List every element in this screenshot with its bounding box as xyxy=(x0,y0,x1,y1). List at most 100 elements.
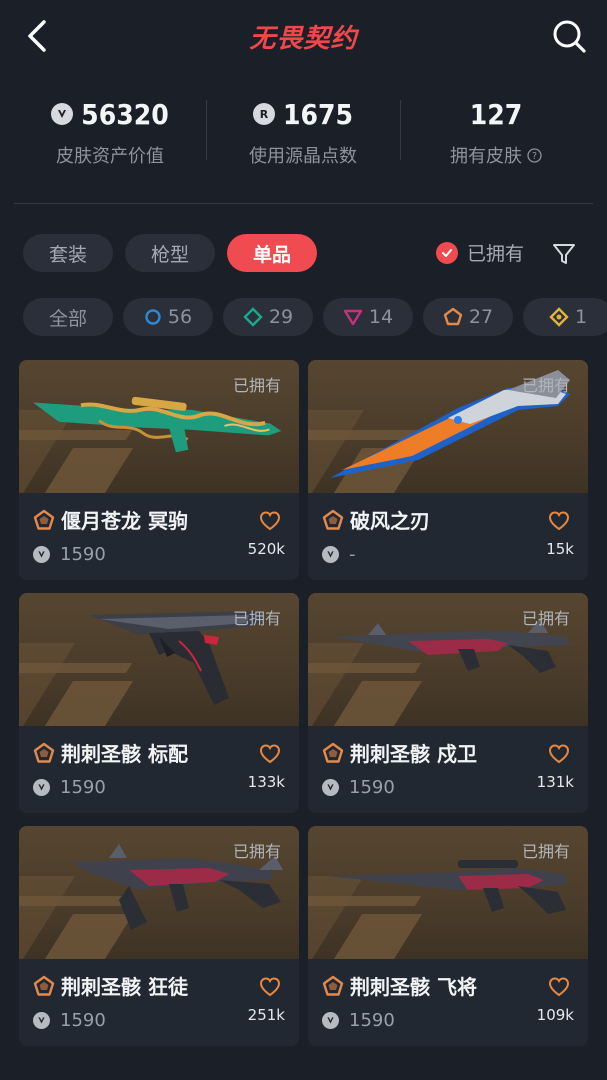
stat-skin-value: 56320 皮肤资产价值 xyxy=(15,86,205,168)
skin-card[interactable]: 已拥有荆刺圣骸 标配 1590 133k xyxy=(19,593,299,813)
stats-panel: 56320 皮肤资产价值 R 1675 使用源晶点数 127 拥有皮肤 ? xyxy=(0,86,607,182)
heart-icon[interactable] xyxy=(548,976,570,998)
skin-card[interactable]: 已拥有荆刺圣骸 戍卫 1590 131k xyxy=(308,593,588,813)
filter-icon[interactable] xyxy=(550,240,578,268)
vp-coin-icon xyxy=(322,779,339,796)
stat-owned-skins: 127 拥有皮肤 ? xyxy=(401,86,591,168)
svg-text:?: ? xyxy=(532,151,537,162)
tier-chip-label: 56 xyxy=(167,306,193,328)
skin-name: 荆刺圣骸 标配 xyxy=(61,742,188,766)
skin-name: 破风之刃 xyxy=(350,509,430,533)
tier-chip-deluxe[interactable]: 29 xyxy=(223,298,313,336)
like-count: 131k xyxy=(536,773,574,791)
heart-icon[interactable] xyxy=(548,743,570,765)
tab-weapon-type[interactable]: 枪型 xyxy=(125,234,215,272)
skin-name: 荆刺圣骸 狂徒 xyxy=(61,975,188,999)
tier-select-icon xyxy=(145,309,161,325)
tier-filter-row: 全部 56 29 14 27 1 xyxy=(0,298,607,338)
radianite-icon: R xyxy=(252,103,275,125)
owned-tag: 已拥有 xyxy=(521,376,570,395)
tier-chip-exclusive[interactable]: 27 xyxy=(423,298,513,336)
owned-tag: 已拥有 xyxy=(232,376,281,395)
skin-image: 已拥有 xyxy=(308,826,588,959)
skin-price: 1590 xyxy=(60,777,106,798)
skin-name: 荆刺圣骸 飞将 xyxy=(350,975,477,999)
help-icon[interactable]: ? xyxy=(527,147,542,163)
skin-image: 已拥有 xyxy=(19,593,299,726)
tier-chip-ultra[interactable]: 1 xyxy=(523,298,607,336)
tier-chip-premium[interactable]: 14 xyxy=(323,298,413,336)
heart-icon[interactable] xyxy=(259,743,281,765)
divider xyxy=(206,100,207,160)
stat-value: 127 xyxy=(469,97,523,131)
tier-exclusive-icon xyxy=(322,975,344,996)
search-icon[interactable] xyxy=(549,16,589,56)
svg-text:R: R xyxy=(260,108,269,121)
vp-coin-icon xyxy=(322,546,339,563)
category-tabs: 套装 枪型 单品 已拥有 xyxy=(0,234,607,274)
owned-tag: 已拥有 xyxy=(232,842,281,861)
heart-icon[interactable] xyxy=(259,976,281,998)
tier-exclusive-icon xyxy=(33,509,55,530)
skin-image: 已拥有 xyxy=(19,360,299,493)
tier-ultra-icon xyxy=(549,307,569,327)
tier-exclusive-icon xyxy=(33,975,55,996)
heart-icon[interactable] xyxy=(548,510,570,532)
owned-tag: 已拥有 xyxy=(232,609,281,628)
skin-card[interactable]: 已拥有荆刺圣骸 狂徒 1590 251k xyxy=(19,826,299,1046)
tier-chip-select[interactable]: 56 xyxy=(123,298,213,336)
skin-name: 偃月苍龙 冥驹 xyxy=(61,509,188,533)
like-count: 520k xyxy=(247,540,285,558)
tier-exclusive-icon xyxy=(322,742,344,763)
tier-chip-label: 27 xyxy=(468,306,494,328)
tab-suit[interactable]: 套装 xyxy=(23,234,113,272)
tier-chip-label: 1 xyxy=(574,306,588,328)
skin-image: 已拥有 xyxy=(308,593,588,726)
owned-filter-label: 已拥有 xyxy=(467,243,525,265)
vp-coin-icon xyxy=(51,103,74,125)
checkmark-icon xyxy=(436,241,458,264)
tier-chip-label: 29 xyxy=(268,306,294,328)
tier-premium-icon xyxy=(343,309,363,326)
skin-card[interactable]: 已拥有荆刺圣骸 飞将 1590 109k xyxy=(308,826,588,1046)
stat-radianite: R 1675 使用源晶点数 xyxy=(208,86,398,168)
stat-label: 皮肤资产价值 xyxy=(56,146,164,167)
stat-label: 使用源晶点数 xyxy=(249,146,357,167)
owned-tag: 已拥有 xyxy=(521,842,570,861)
stat-label: 拥有皮肤 xyxy=(450,146,522,167)
like-count: 109k xyxy=(536,1006,574,1024)
vp-coin-icon xyxy=(33,1012,50,1029)
tier-exclusive-icon xyxy=(33,742,55,763)
tier-exclusive-icon xyxy=(443,307,463,326)
vp-coin-icon xyxy=(322,1012,339,1029)
divider xyxy=(14,203,593,204)
like-count: 15k xyxy=(546,540,574,558)
tier-chip-label: 全部 xyxy=(48,307,87,330)
tier-chip-label: 14 xyxy=(368,306,394,328)
like-count: 133k xyxy=(247,773,285,791)
tier-chip-all[interactable]: 全部 xyxy=(23,298,113,336)
stat-value: 1675 xyxy=(282,97,354,131)
vp-coin-icon xyxy=(33,779,50,796)
skin-card[interactable]: 已拥有偃月苍龙 冥驹 1590 520k xyxy=(19,360,299,580)
heart-icon[interactable] xyxy=(259,510,281,532)
owned-filter-toggle[interactable]: 已拥有 xyxy=(436,239,524,266)
skin-card[interactable]: 已拥有破风之刃 - 15k xyxy=(308,360,588,580)
top-bar: 无畏契约 xyxy=(0,0,607,76)
skin-name: 荆刺圣骸 戍卫 xyxy=(350,742,477,766)
skin-price: 1590 xyxy=(60,1010,106,1031)
vp-coin-icon xyxy=(33,546,50,563)
skin-price: - xyxy=(349,544,356,565)
skin-price: 1590 xyxy=(349,777,395,798)
stat-value: 56320 xyxy=(81,97,169,131)
tier-deluxe-icon xyxy=(243,307,263,327)
page-title: 无畏契约 xyxy=(249,24,358,54)
like-count: 251k xyxy=(247,1006,285,1024)
owned-tag: 已拥有 xyxy=(521,609,570,628)
tier-exclusive-icon xyxy=(322,509,344,530)
skin-price: 1590 xyxy=(349,1010,395,1031)
skin-image: 已拥有 xyxy=(308,360,588,493)
skin-price: 1590 xyxy=(60,544,106,565)
tab-single-item[interactable]: 单品 xyxy=(227,234,317,272)
skin-image: 已拥有 xyxy=(19,826,299,959)
